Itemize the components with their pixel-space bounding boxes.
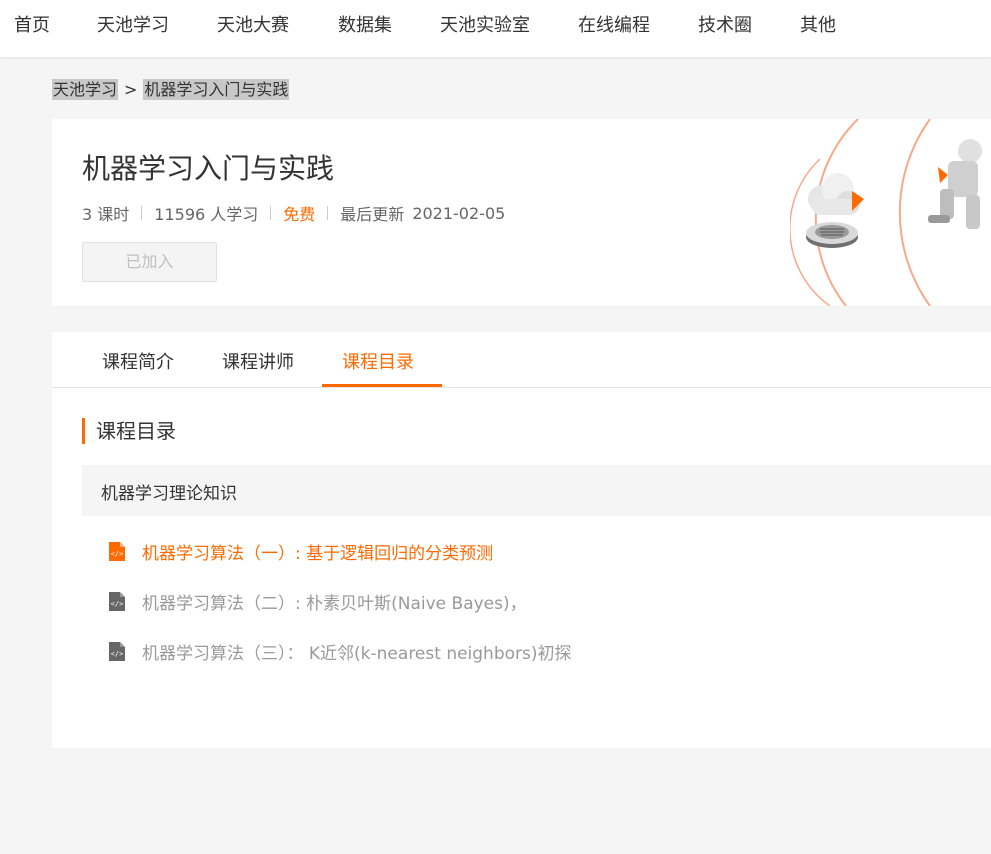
lesson-label: 机器学习算法（二）: 朴素贝叶斯(Naive Bayes)， xyxy=(142,593,527,614)
breadcrumb-learning-link[interactable]: 天池学习 xyxy=(52,79,119,100)
cloud-robot-illustration xyxy=(790,119,982,306)
joined-button[interactable]: 已加入 xyxy=(82,242,217,282)
updated-label: 最后更新 xyxy=(340,205,405,224)
price-badge: 免费 xyxy=(283,205,316,224)
lessons-count: 3 课时 xyxy=(82,205,130,224)
nav-item-lab[interactable]: 天池实验室 xyxy=(440,11,530,37)
meta-divider xyxy=(270,206,272,220)
code-document-icon: </> xyxy=(109,591,125,611)
lesson-item-2[interactable]: </> 机器学习算法（二）: 朴素贝叶斯(Naive Bayes)， xyxy=(108,589,527,614)
active-tab-indicator xyxy=(322,384,442,387)
svg-text:</>: </> xyxy=(111,650,124,658)
course-tabs: 课程简介 课程讲师 课程目录 xyxy=(52,332,991,388)
chapter-header[interactable]: 机器学习理论知识 xyxy=(82,465,991,516)
breadcrumb-separator: > xyxy=(124,80,138,99)
catalog-heading: 课程目录 xyxy=(82,418,176,444)
breadcrumb-current-course[interactable]: 机器学习入门与实践 xyxy=(143,79,290,100)
course-meta: 3 课时 11596 人学习 免费 最后更新 2021-02-05 xyxy=(82,201,505,225)
nav-item-other[interactable]: 其他 xyxy=(800,11,836,37)
nav-item-home[interactable]: 首页 xyxy=(14,11,50,37)
chapter-title: 机器学习理论知识 xyxy=(101,484,237,504)
code-document-icon: </> xyxy=(109,541,125,561)
lesson-label: 机器学习算法（三）： K近邻(k-nearest neighbors)初探 xyxy=(142,643,572,664)
meta-divider xyxy=(327,206,329,220)
tab-catalog[interactable]: 课程目录 xyxy=(342,348,414,374)
lesson-label: 机器学习算法（一）: 基于逻辑回归的分类预测 xyxy=(142,543,494,564)
course-content-card: 课程简介 课程讲师 课程目录 课程目录 机器学习理论知识 </> 机器学习算法（… xyxy=(52,332,991,748)
course-header-card: 机器学习入门与实践 3 课时 11596 人学习 免费 最后更新 2021-02… xyxy=(52,119,991,306)
nav-item-online-coding[interactable]: 在线编程 xyxy=(578,11,650,37)
top-nav: 首页 天池学习 天池大赛 数据集 天池实验室 在线编程 技术圈 其他 xyxy=(0,0,991,57)
nav-item-tianchi-learning[interactable]: 天池学习 xyxy=(97,11,169,37)
lesson-item-1[interactable]: </> 机器学习算法（一）: 基于逻辑回归的分类预测 xyxy=(108,539,494,564)
svg-text:</>: </> xyxy=(111,550,124,558)
tab-introduction[interactable]: 课程简介 xyxy=(102,348,174,374)
tab-instructor[interactable]: 课程讲师 xyxy=(222,348,294,374)
learners-count: 11596 人学习 xyxy=(154,205,259,224)
nav-item-datasets[interactable]: 数据集 xyxy=(338,11,392,37)
svg-text:</>: </> xyxy=(111,600,124,608)
course-title: 机器学习入门与实践 xyxy=(82,152,335,185)
breadcrumb: 天池学习 > 机器学习入门与实践 xyxy=(52,76,290,100)
nav-item-tech-circle[interactable]: 技术圈 xyxy=(698,11,752,37)
meta-divider xyxy=(141,206,143,220)
updated-date: 2021-02-05 xyxy=(412,203,506,223)
lesson-item-3[interactable]: </> 机器学习算法（三）： K近邻(k-nearest neighbors)初… xyxy=(108,639,572,664)
code-document-icon: </> xyxy=(109,641,125,661)
nav-item-tianchi-competition[interactable]: 天池大赛 xyxy=(217,11,289,37)
